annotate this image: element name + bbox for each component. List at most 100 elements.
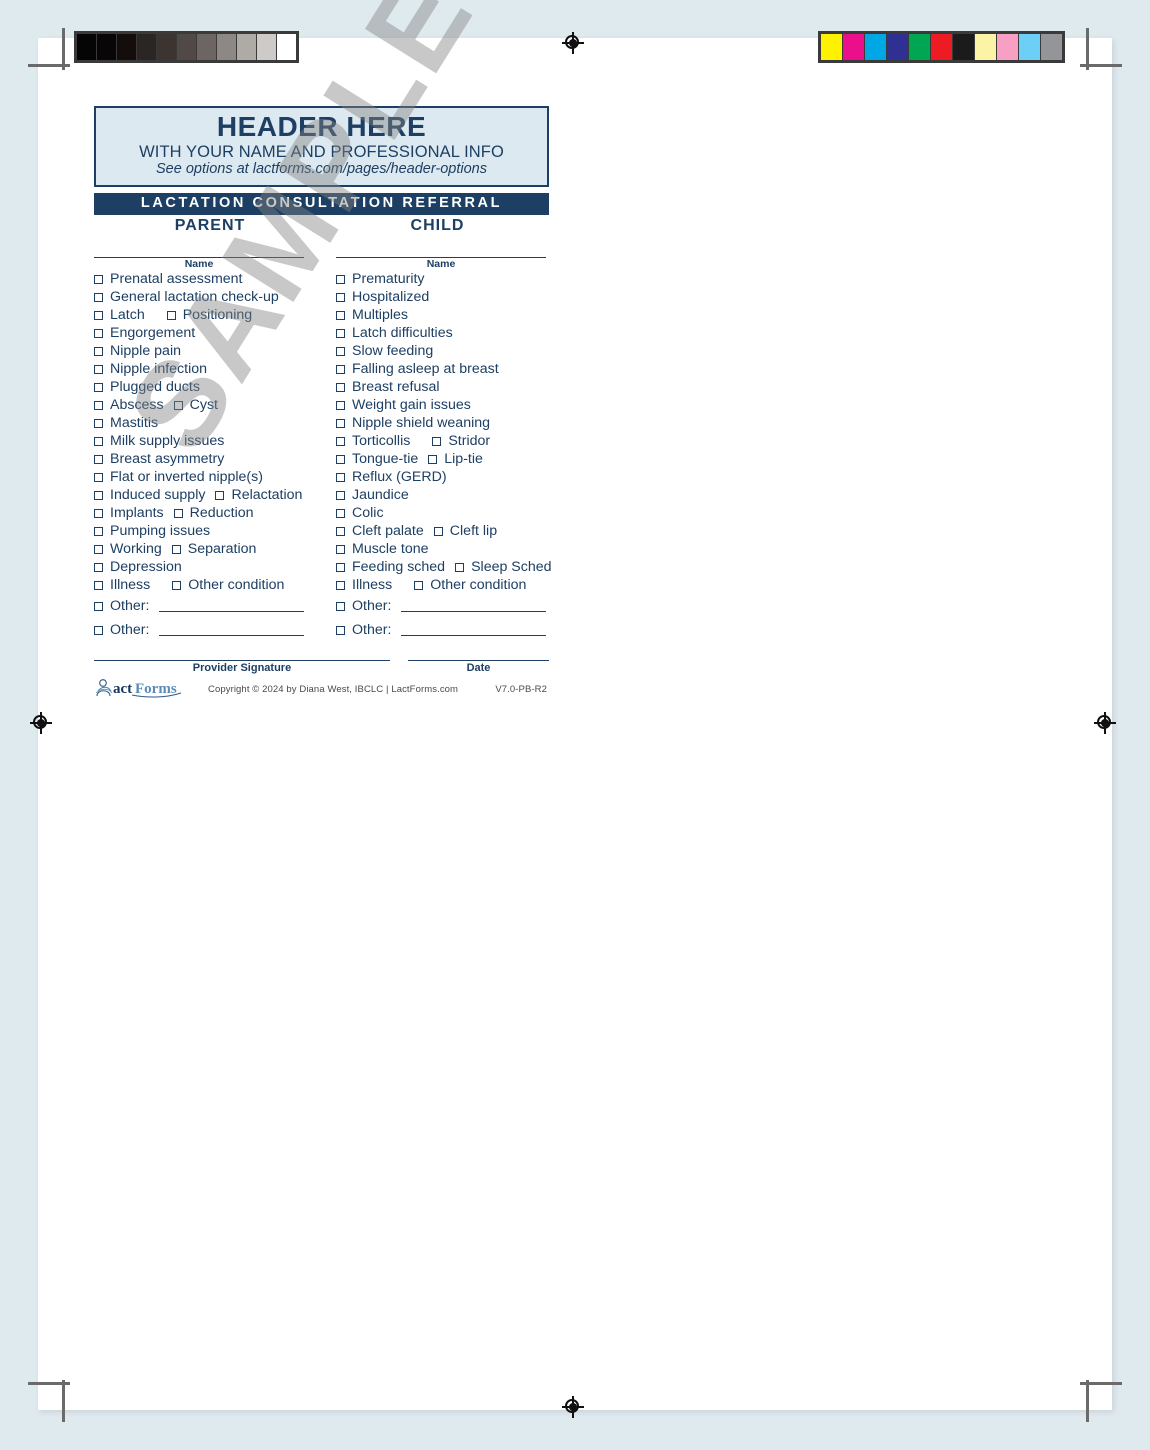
checklist-label: Breast asymmetry xyxy=(110,451,225,468)
checkbox-child-9-b[interactable] xyxy=(432,436,442,446)
checkbox-parent-12[interactable] xyxy=(94,490,103,500)
lactforms-logo: act Forms xyxy=(94,677,184,701)
checklist-row: Illness Other condition xyxy=(336,576,546,594)
checkbox-child-17-b[interactable] xyxy=(414,580,424,590)
checkbox-child-13[interactable] xyxy=(336,508,345,518)
checkbox-child-9[interactable] xyxy=(336,436,345,446)
checkbox-child-2[interactable] xyxy=(336,310,345,320)
checklist-row: Nipple infection xyxy=(94,360,304,378)
checkbox-parent-17-b[interactable] xyxy=(172,580,182,590)
copyright-text: Copyright © 2024 by Diana West, IBCLC | … xyxy=(208,683,459,695)
checkbox-child-11[interactable] xyxy=(336,472,345,482)
checkbox-child-8[interactable] xyxy=(336,418,345,428)
other-write-in-child-1[interactable] xyxy=(401,624,546,637)
calibration-swatch-8 xyxy=(997,34,1018,60)
checkbox-parent-5[interactable] xyxy=(94,364,103,374)
checklist-row: Latch difficulties xyxy=(336,324,546,342)
checkbox-child-16-b[interactable] xyxy=(455,562,465,572)
checkbox-child-5[interactable] xyxy=(336,364,345,374)
checklist-row: Hospitalized xyxy=(336,288,546,306)
other-label: Other: xyxy=(352,598,392,615)
checkbox-parent-13[interactable] xyxy=(94,508,103,518)
header-subtitle: WITH YOUR NAME AND PROFESSIONAL INFO xyxy=(139,142,504,161)
provider-signature-field[interactable]: Provider Signature xyxy=(94,660,390,675)
checkbox-parent-7-b[interactable] xyxy=(173,400,183,410)
checkbox-child-6[interactable] xyxy=(336,382,345,392)
date-label: Date xyxy=(466,662,491,674)
checkbox-child-16[interactable] xyxy=(336,562,345,572)
checklist-label-secondary: Cleft lip xyxy=(449,523,498,540)
checklist-label: Prematurity xyxy=(352,271,425,288)
calibration-swatch-0 xyxy=(821,34,842,60)
checkbox-child-7[interactable] xyxy=(336,400,345,410)
checkbox-child-4[interactable] xyxy=(336,346,345,356)
checklist-row: Nipple shield weaning xyxy=(336,414,546,432)
checkbox-child-1[interactable] xyxy=(336,292,345,302)
checklist-label-secondary: Relactation xyxy=(231,487,303,504)
checklist-label: Depression xyxy=(110,559,182,576)
checkbox-parent-11[interactable] xyxy=(94,472,103,482)
checkbox-parent-other-1[interactable] xyxy=(94,625,103,635)
checkbox-parent-2[interactable] xyxy=(94,310,103,320)
parent-checklist: Prenatal assessment General lactation che… xyxy=(94,270,304,594)
checklist-label: Colic xyxy=(352,505,384,522)
checklist-label: Flat or inverted nipple(s) xyxy=(110,469,263,486)
checkbox-parent-14[interactable] xyxy=(94,526,103,536)
checklist-label: Slow feeding xyxy=(352,343,434,360)
other-write-in-parent-0[interactable] xyxy=(159,600,304,613)
checkbox-parent-12-b[interactable] xyxy=(215,490,225,500)
other-label: Other: xyxy=(352,622,392,639)
checkbox-parent-15[interactable] xyxy=(94,544,103,554)
checkbox-child-17[interactable] xyxy=(336,580,345,590)
checklist-label: Milk supply issues xyxy=(110,433,225,450)
checkbox-parent-17[interactable] xyxy=(94,580,103,590)
checklist-label: Nipple shield weaning xyxy=(352,415,491,432)
other-row: Other: xyxy=(94,594,304,618)
date-field[interactable]: Date xyxy=(408,660,549,675)
calibration-swatch-1 xyxy=(97,34,116,60)
checklist-row: Weight gain issues xyxy=(336,396,546,414)
calibration-swatch-9 xyxy=(1019,34,1040,60)
checklist-label-secondary: Other condition xyxy=(430,577,527,594)
checklist-row: Flat or inverted nipple(s) xyxy=(94,468,304,486)
checkbox-child-14-b[interactable] xyxy=(433,526,443,536)
checkbox-parent-3[interactable] xyxy=(94,328,103,338)
checkbox-child-other-0[interactable] xyxy=(336,601,345,611)
checklist-label: Induced supply xyxy=(110,487,206,504)
checklist-label: Pumping issues xyxy=(110,523,211,540)
referral-form: HEADER HERE WITH YOUR NAME AND PROFESSIO… xyxy=(94,106,552,642)
checkbox-parent-10[interactable] xyxy=(94,454,103,464)
checkbox-child-15[interactable] xyxy=(336,544,345,554)
checkbox-parent-16[interactable] xyxy=(94,562,103,572)
checkbox-parent-6[interactable] xyxy=(94,382,103,392)
crop-mark-bottom-left-vertical xyxy=(62,1380,65,1422)
other-write-in-parent-1[interactable] xyxy=(159,624,304,637)
checklist-row: Muscle tone xyxy=(336,540,546,558)
checkbox-child-other-1[interactable] xyxy=(336,625,345,635)
checkbox-parent-1[interactable] xyxy=(94,292,103,302)
checkbox-child-12[interactable] xyxy=(336,490,345,500)
checklist-row: Engorgement xyxy=(94,324,304,342)
checkbox-child-14[interactable] xyxy=(336,526,345,536)
crop-mark-bottom-right-horizontal xyxy=(1080,1382,1122,1385)
checkbox-parent-9[interactable] xyxy=(94,436,103,446)
checkbox-child-0[interactable] xyxy=(336,274,345,284)
checkbox-parent-2-b[interactable] xyxy=(166,310,176,320)
other-write-in-child-0[interactable] xyxy=(401,600,546,613)
checkbox-parent-15-b[interactable] xyxy=(171,544,181,554)
calibration-swatch-2 xyxy=(865,34,886,60)
checkbox-parent-8[interactable] xyxy=(94,418,103,428)
form-footer: Provider Signature Date act Forms Copyri… xyxy=(94,660,549,701)
column-heading-child: CHILD xyxy=(410,216,465,234)
checkbox-parent-4[interactable] xyxy=(94,346,103,356)
checkbox-child-10[interactable] xyxy=(336,454,345,464)
checkbox-child-3[interactable] xyxy=(336,328,345,338)
checkbox-parent-13-b[interactable] xyxy=(173,508,183,518)
checkbox-parent-7[interactable] xyxy=(94,400,103,410)
checkbox-child-10-b[interactable] xyxy=(428,454,438,464)
grayscale-step-wedge xyxy=(74,31,299,63)
svg-text:act: act xyxy=(113,681,132,697)
checkbox-parent-other-0[interactable] xyxy=(94,601,103,611)
crop-mark-bottom-right-vertical xyxy=(1086,1380,1089,1422)
checkbox-parent-0[interactable] xyxy=(94,274,103,284)
